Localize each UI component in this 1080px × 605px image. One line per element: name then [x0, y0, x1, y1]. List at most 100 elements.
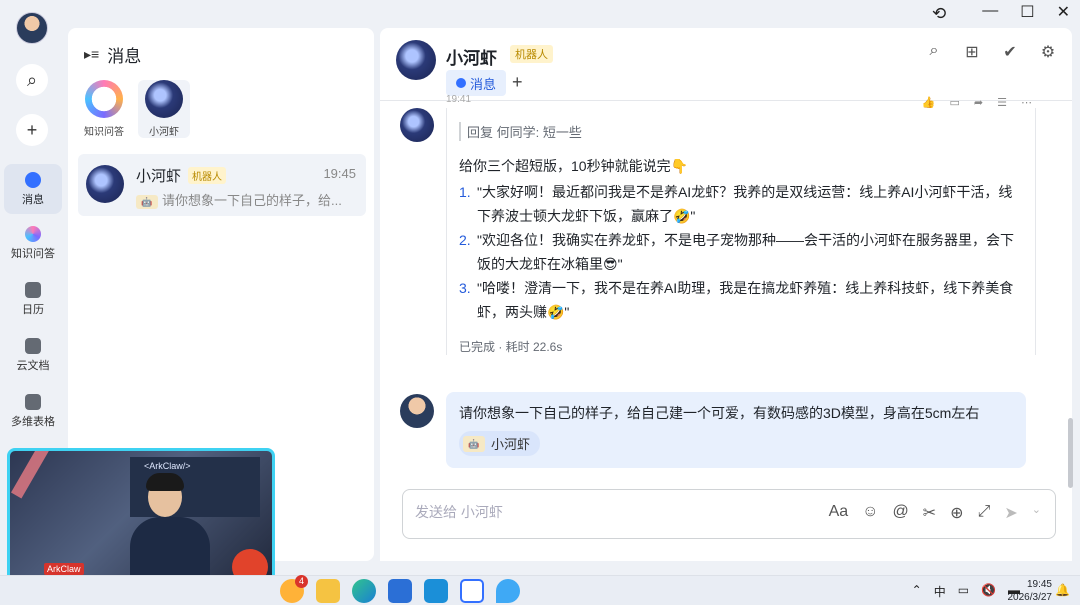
- tab-messages[interactable]: 消息: [446, 70, 507, 96]
- chat-toolbar: ⌕ ⊞ ✔ ⚙: [924, 42, 1058, 62]
- conversation-avatar: [86, 165, 124, 203]
- check-icon[interactable]: ✔: [1000, 42, 1020, 62]
- mention-icon[interactable]: @: [893, 503, 909, 523]
- language-indicator[interactable]: 中: [934, 583, 946, 600]
- rail-item-label: 多维表格: [11, 415, 55, 428]
- rail-item-label: 云文档: [16, 359, 50, 372]
- list-item: 1. "大家好啊！最近都问我是不是养AI龙虾？我养的是双线运营：线上养AI小河虾干…: [459, 180, 1025, 228]
- chat-title: 小河虾: [446, 49, 497, 68]
- mention-chip[interactable]: 🤖 小河虾: [459, 431, 541, 456]
- collapse-icon[interactable]: ▸≡: [84, 46, 99, 63]
- my-avatar[interactable]: [400, 394, 434, 428]
- search-icon[interactable]: ⌕: [924, 42, 944, 62]
- system-tray: ⌃ 中 ▭ 🔇 ▬: [912, 583, 1020, 600]
- model-icon: 🤖: [463, 435, 485, 452]
- conversation-item[interactable]: 小河虾 机器人 19:45 🤖 请你想象一下自己的样子，给...: [78, 154, 366, 216]
- rail-item-label: 日历: [22, 303, 44, 316]
- user-avatar[interactable]: [16, 12, 48, 44]
- rail-item-calendar[interactable]: 日历: [4, 274, 62, 324]
- rail-item-label: 知识问答: [11, 247, 55, 260]
- doc-icon: [25, 337, 41, 354]
- pinned-label: 知识问答: [84, 127, 124, 138]
- history-button[interactable]: ⟲: [932, 4, 946, 24]
- rail-item-docs[interactable]: 云文档: [4, 330, 62, 380]
- chat-panel: 小河虾 机器人 消息 + ⌕ ⊞ ✔ ⚙ 19:41 👍 ▭ ➦ ☰ ⋯ 回复 …: [380, 28, 1072, 561]
- conversation-time: 19:45: [323, 166, 356, 181]
- minimize-button[interactable]: —: [982, 2, 998, 22]
- feishu-icon[interactable]: [460, 579, 484, 603]
- pinned-shrimp[interactable]: 小河虾: [138, 80, 190, 138]
- format-icon[interactable]: Aa: [829, 503, 849, 523]
- send-icon[interactable]: ➤: [1004, 503, 1017, 523]
- pinned-knowledge[interactable]: 知识问答: [78, 80, 130, 138]
- bot-avatar[interactable]: [400, 108, 434, 142]
- robot-tag: 机器人: [510, 45, 553, 63]
- reply-quote[interactable]: 回复 何同学: 短一些: [459, 122, 1025, 141]
- app-icon[interactable]: 4: [280, 575, 308, 603]
- clock[interactable]: 19:45 2026/3/27: [1008, 578, 1053, 604]
- message-list: 1. "大家好啊！最近都问我是不是养AI龙虾？我养的是双线运营：线上养AI小河虾干…: [459, 180, 1025, 324]
- list-item: 2. "欢迎各位！我确实在养龙虾，不是电子宠物那种——会干活的小河虾在服务器里，会…: [459, 228, 1025, 276]
- history-icon: ⟲: [932, 4, 947, 23]
- new-button[interactable]: +: [16, 114, 48, 146]
- chevron-up-icon[interactable]: ⌃: [912, 583, 922, 600]
- settings-icon[interactable]: ⚙: [1038, 42, 1058, 62]
- add-tab-button[interactable]: +: [512, 72, 523, 93]
- backdrop-text: <ArkClaw/>: [144, 461, 191, 471]
- notification-bell-icon[interactable]: 🔔: [1055, 583, 1070, 597]
- pinned-label: 小河虾: [149, 127, 179, 138]
- item-text: "哈喽！澄清一下，我不是在养AI助理，我是在搞龙虾养殖：线上养科技虾，线下养美食…: [477, 280, 1014, 320]
- search-icon: ⌕: [26, 69, 38, 90]
- outlook-icon[interactable]: [424, 579, 448, 603]
- chat-scrollbar[interactable]: [1068, 418, 1073, 488]
- conversation-name: 小河虾: [136, 168, 182, 185]
- folder-icon[interactable]: [316, 579, 340, 603]
- rail-item-label: 消息: [22, 193, 44, 206]
- message-icon: [25, 171, 41, 188]
- rail-item-knowledge[interactable]: 知识问答: [4, 218, 62, 268]
- notification-badge: 4: [295, 575, 308, 588]
- taskbar-apps: 4: [280, 575, 520, 603]
- chat-avatar[interactable]: [396, 40, 436, 80]
- plus-icon: +: [26, 119, 38, 140]
- clock-time: 19:45: [1026, 579, 1052, 590]
- scissors-icon[interactable]: ✂: [923, 503, 936, 523]
- webcam-overlay: <ArkClaw/> ArkClaw: [7, 448, 275, 594]
- close-button[interactable]: ✕: [1057, 2, 1070, 22]
- composer-toolbar: Aa ☺ @ ✂ ⊕ ⤢ ➤ ⌄: [829, 503, 1041, 523]
- expand-icon[interactable]: ⤢: [978, 503, 991, 523]
- completion-status: 已完成 · 耗时 22.6s: [459, 340, 563, 354]
- emoji-icon[interactable]: ☺: [862, 503, 878, 523]
- flame-app-icon[interactable]: [496, 579, 520, 603]
- item-number: 3.: [459, 280, 471, 296]
- taskbar: 4 ⌃ 中 ▭ 🔇 ▬ 19:45 2026/3/27 🔔: [0, 575, 1080, 605]
- my-message: 请你想象一下自己的样子，给自己建一个可爱，有数码感的3D模型，身高在5cm左右 …: [446, 392, 1026, 468]
- clock-date: 2026/3/27: [1007, 592, 1053, 603]
- item-text: "欢迎各位！我确实在养龙虾，不是电子宠物那种——会干活的小河虾在服务器里，会下饭…: [477, 232, 1014, 272]
- chevron-down-icon[interactable]: ⌄: [1032, 503, 1041, 523]
- chip-label: 小河虾: [491, 437, 531, 452]
- calendar-icon: [25, 281, 41, 298]
- rail-item-messages[interactable]: 消息: [4, 164, 62, 214]
- message-icon: [456, 78, 466, 88]
- speaker-mute-icon[interactable]: 🔇: [981, 583, 996, 600]
- item-text: "大家好啊！最近都问我是不是养AI龙虾？我养的是双线运营：线上养AI小河虾干活，…: [477, 184, 1013, 224]
- model-icon: 🤖: [136, 194, 158, 209]
- plus-circle-icon[interactable]: ⊕: [950, 503, 963, 523]
- knowledge-icon: [25, 225, 41, 242]
- my-message-text: 请你想象一下自己的样子，给自己建一个可爱，有数码感的3D模型，身高在5cm左右: [459, 405, 980, 421]
- window-controls: — ☐ ✕: [982, 2, 1070, 22]
- presenter-hair: [146, 473, 184, 491]
- add-member-icon[interactable]: ⊞: [962, 42, 982, 62]
- message-time: 19:41: [446, 94, 472, 105]
- rail-item-tables[interactable]: 多维表格: [4, 386, 62, 436]
- display-icon[interactable]: ▭: [958, 583, 969, 600]
- arrow-graphic: [11, 451, 119, 538]
- search-button[interactable]: ⌕: [16, 64, 48, 96]
- bot-message: 回复 何同学: 短一些 给你三个超短版，10秒钟就能说完👇 1. "大家好啊！最近…: [446, 108, 1036, 355]
- store-icon[interactable]: [388, 579, 412, 603]
- maximize-button[interactable]: ☐: [1020, 2, 1034, 22]
- item-number: 2.: [459, 232, 471, 248]
- message-input[interactable]: [415, 504, 715, 520]
- edge-icon[interactable]: [352, 579, 376, 603]
